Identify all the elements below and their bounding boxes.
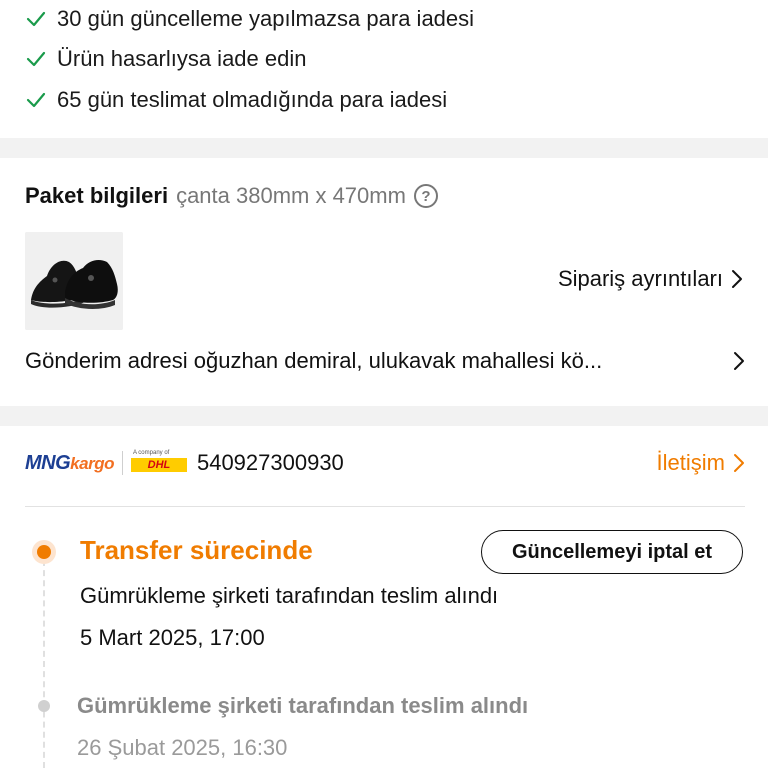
shoe-image xyxy=(25,232,123,330)
divider xyxy=(25,506,745,507)
product-thumbnail[interactable] xyxy=(25,232,123,330)
chevron-right-icon xyxy=(734,352,744,370)
contact-link[interactable]: İletişim xyxy=(657,450,745,476)
section-separator xyxy=(0,406,768,426)
guarantees-section: 30 gün güncelleme yapılmazsa para iadesi… xyxy=(0,0,768,138)
guarantee-item: 65 gün teslimat olmadığında para iadesi xyxy=(25,87,447,113)
guarantee-text: Ürün hasarlıysa iade edin xyxy=(57,46,307,71)
timeline-dot-active xyxy=(37,545,51,559)
timeline-line xyxy=(43,560,45,768)
chevron-right-icon xyxy=(734,454,744,472)
mng-kargo-logo: MNGkargo xyxy=(25,451,114,474)
check-icon xyxy=(26,11,46,27)
section-separator xyxy=(0,138,768,158)
package-size: çanta 380mm x 470mm xyxy=(176,183,406,208)
shipping-address: Gönderim adresi oğuzhan demiral, ulukava… xyxy=(25,348,603,373)
package-header: Paket bilgileri çanta 380mm x 470mm ? xyxy=(25,183,438,209)
guarantee-text: 30 gün güncelleme yapılmazsa para iadesi xyxy=(57,6,475,31)
current-event-time: 5 Mart 2025, 17:00 xyxy=(80,625,265,650)
guarantee-text: 65 gün teslimat olmadığında para iadesi xyxy=(57,87,448,112)
cancel-update-button[interactable]: Güncellemeyi iptal et xyxy=(481,530,743,574)
order-details-link[interactable]: Sipariş ayrıntıları xyxy=(558,266,743,292)
order-details-label: Sipariş ayrıntıları xyxy=(557,266,723,291)
dhl-logo: A company of DHL xyxy=(130,450,187,476)
previous-event-description: Gümrükleme şirketi tarafından teslim alı… xyxy=(77,693,529,718)
check-icon xyxy=(26,51,46,67)
logo-divider xyxy=(121,451,123,475)
contact-label: İletişim xyxy=(656,450,725,475)
package-title: Paket bilgileri xyxy=(25,183,169,208)
timeline-dot xyxy=(38,700,50,712)
tracking-number[interactable]: 540927300930 xyxy=(197,450,344,476)
guarantee-item: Ürün hasarlıysa iade edin xyxy=(25,46,306,72)
previous-event-time: 26 Şubat 2025, 16:30 xyxy=(77,735,288,760)
check-icon xyxy=(26,92,46,108)
current-event-description: Gümrükleme şirketi tarafından teslim alı… xyxy=(80,583,499,608)
current-status: Transfer sürecinde xyxy=(80,535,313,565)
chevron-right-icon xyxy=(732,270,742,288)
shipping-address-row[interactable]: Gönderim adresi oğuzhan demiral, ulukava… xyxy=(25,348,745,374)
carrier-row: MNGkargo A company of DHL 540927300930 İ… xyxy=(25,450,745,476)
question-circle-icon[interactable]: ? xyxy=(413,184,438,208)
guarantee-item: 30 gün güncelleme yapılmazsa para iadesi xyxy=(25,6,474,32)
